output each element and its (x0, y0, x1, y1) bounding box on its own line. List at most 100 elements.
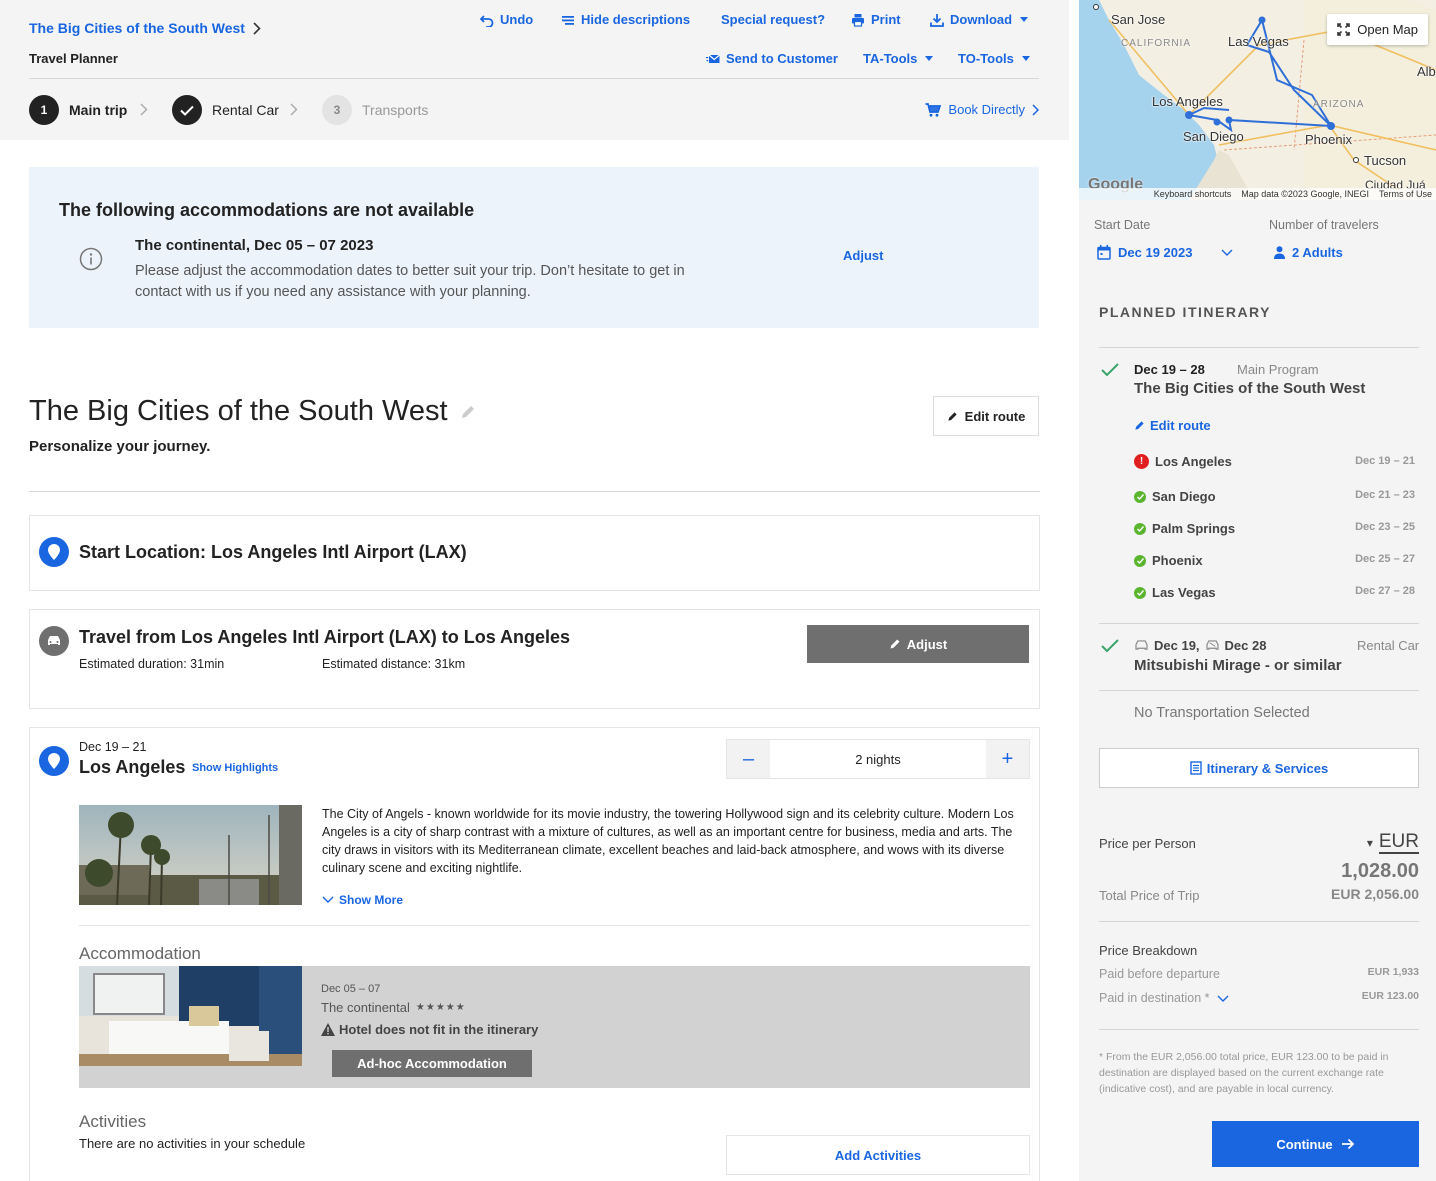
success-icon (1134, 522, 1146, 535)
add-activities-button[interactable]: Add Activities (726, 1135, 1030, 1175)
map-state-label: CALIFORNIA (1121, 38, 1192, 49)
caret-down-icon: ▾ (1366, 836, 1373, 850)
itinerary-services-label: Itinerary & Services (1206, 760, 1329, 776)
accommodation-item: Dec 05 – 07 The continental ★★★★★ Hotel … (79, 966, 1030, 1088)
terms-of-use-link[interactable]: Terms of Use (1379, 188, 1432, 200)
rental-car-type: Rental Car (1357, 638, 1420, 653)
step-main-trip[interactable]: 1 Main trip (29, 95, 127, 125)
car-return-icon (1205, 640, 1219, 650)
show-more-label: Show More (339, 893, 404, 907)
breadcrumb-trip-name[interactable]: The Big Cities of the South West (29, 20, 245, 36)
trip-title-text: The Big Cities of the South West (29, 395, 448, 427)
city-name: San Diego (1152, 489, 1216, 504)
keyboard-shortcuts-link[interactable]: Keyboard shortcuts (1154, 188, 1232, 200)
map-city-label: Phoenix (1305, 132, 1352, 147)
section-divider (79, 925, 1030, 926)
sidebar-edit-route-link[interactable]: Edit route (1134, 418, 1211, 433)
map-footer: Keyboard shortcuts Map data ©2023 Google… (1079, 188, 1436, 200)
total-price-value: EUR 2,056.00 (1331, 886, 1419, 902)
trip-title: The Big Cities of the South West (29, 395, 476, 428)
paid-in-destination-toggle[interactable]: Paid in destination * (1099, 991, 1229, 1005)
caret-down-icon (925, 56, 934, 61)
top-header: The Big Cities of the South West Travel … (0, 0, 1069, 140)
map-state-label: ARIZONA (1313, 99, 1365, 110)
increase-nights-button[interactable]: + (986, 740, 1029, 778)
header-divider (29, 78, 1039, 79)
send-to-customer-label: Send to Customer (726, 51, 838, 66)
chevron-right-icon (253, 21, 261, 35)
chevron-down-icon (1217, 995, 1228, 1002)
travelers-value: 2 Adults (1292, 245, 1343, 260)
step-number: 1 (29, 95, 59, 125)
travelers-selector[interactable]: 2 Adults (1274, 245, 1343, 260)
itinerary-city-san-diego[interactable]: San Diego (1134, 489, 1216, 504)
error-icon: ! (1134, 454, 1149, 469)
alert-subtitle: The continental, Dec 05 – 07 2023 (135, 237, 374, 254)
car-icon (39, 626, 69, 656)
decrease-nights-button[interactable]: – (727, 740, 770, 778)
pencil-icon[interactable] (460, 404, 476, 420)
route-map[interactable]: San Jose Las Vegas Los Angeles San Diego… (1079, 0, 1436, 200)
send-to-customer-button[interactable]: Send to Customer (706, 51, 838, 66)
itinerary-city-los-angeles[interactable]: ! Los Angeles (1134, 454, 1232, 469)
edit-route-label: Edit route (964, 408, 1026, 424)
continue-button[interactable]: Continue (1212, 1121, 1419, 1167)
car-icon (1135, 640, 1148, 650)
main-program-dates: Dec 19 – 28 (1134, 362, 1205, 377)
hotel-warning-text: Hotel does not fit in the itinerary (339, 1022, 539, 1037)
itinerary-city-palm-springs[interactable]: Palm Springs (1134, 521, 1235, 536)
edit-route-button[interactable]: Edit route (933, 396, 1039, 436)
travel-adjust-button[interactable]: Adjust (807, 625, 1029, 663)
itinerary-city-phoenix[interactable]: Phoenix (1134, 553, 1203, 568)
planned-itinerary-heading: PLANNED ITINERARY (1099, 304, 1271, 320)
hide-descriptions-button[interactable]: Hide descriptions (561, 12, 690, 27)
alert-adjust-link[interactable]: Adjust (843, 248, 883, 263)
step-transports[interactable]: 3 Transports (322, 95, 428, 125)
travelers-label: Number of travelers (1269, 218, 1379, 232)
undo-button[interactable]: Undo (480, 12, 533, 27)
hotel-photo (79, 966, 302, 1066)
print-label: Print (871, 12, 901, 27)
print-button[interactable]: Print (851, 12, 901, 27)
hotel-warning: Hotel does not fit in the itinerary (321, 1022, 538, 1037)
itinerary-services-button[interactable]: Itinerary & Services (1099, 748, 1419, 788)
currency-selector[interactable]: ▾ EUR (1367, 832, 1419, 854)
activities-empty-text: There are no activities in your schedule (79, 1136, 306, 1151)
open-map-button[interactable]: Open Map (1327, 14, 1428, 45)
start-date-picker[interactable]: Dec 19 2023 (1097, 245, 1233, 260)
cart-icon (925, 102, 942, 117)
city-dates: Dec 25 – 27 (1355, 553, 1415, 565)
price-breakdown-label: Price Breakdown (1099, 943, 1198, 958)
map-city-label: Albu (1417, 64, 1436, 79)
show-more-link[interactable]: Show More (322, 893, 403, 907)
city-dates: Dec 27 – 28 (1355, 585, 1415, 597)
destination-description: The City of Angels - known worldwide for… (322, 807, 1014, 875)
no-transportation-text: No Transportation Selected (1134, 705, 1310, 721)
download-dropdown[interactable]: Download (930, 12, 1029, 27)
map-city-label: San Jose (1111, 12, 1166, 27)
section-divider (29, 491, 1040, 492)
to-tools-label: TO-Tools (958, 51, 1014, 66)
trip-subtitle: Personalize your journey. (29, 438, 211, 455)
ta-tools-dropdown[interactable]: TA-Tools (863, 51, 934, 66)
breadcrumb[interactable]: The Big Cities of the South West (29, 20, 261, 36)
book-directly-link[interactable]: Book Directly (925, 102, 1039, 117)
itinerary-city-las-vegas[interactable]: Las Vegas (1134, 585, 1216, 600)
caret-down-icon (1020, 17, 1029, 22)
special-request-label: Special request? (721, 12, 826, 27)
paid-before-departure-value: EUR 1,933 (1367, 966, 1419, 978)
send-mail-icon (706, 54, 720, 63)
main-program-type: Main Program (1237, 362, 1319, 377)
show-highlights-link[interactable]: Show Highlights (192, 762, 278, 774)
travel-planner-label: Travel Planner (29, 51, 118, 66)
to-tools-dropdown[interactable]: TO-Tools (958, 51, 1030, 66)
map-city-label: Los Angeles (1152, 94, 1223, 109)
nights-stepper: – 2 nights + (726, 739, 1030, 779)
document-list-icon (1190, 761, 1202, 775)
start-date-value: Dec 19 2023 (1118, 245, 1193, 260)
step-rental-car[interactable]: Rental Car (172, 95, 279, 125)
special-request-link[interactable]: Special request? (721, 12, 825, 27)
travel-segment-card: Travel from Los Angeles Intl Airport (LA… (29, 609, 1040, 709)
hotel-name: The continental (321, 1000, 410, 1015)
adhoc-accommodation-button[interactable]: Ad-hoc Accommodation (332, 1050, 532, 1077)
